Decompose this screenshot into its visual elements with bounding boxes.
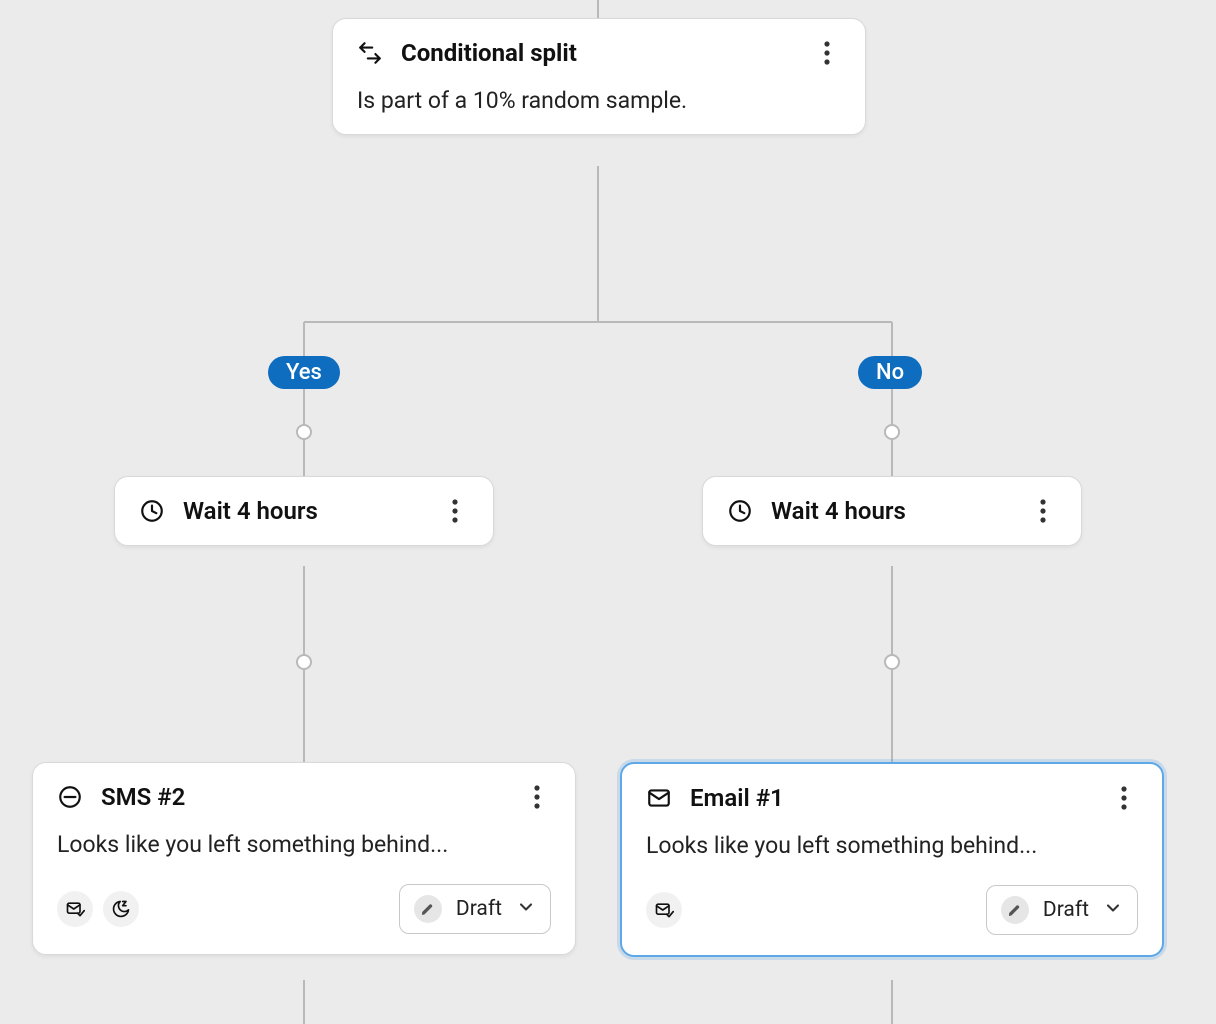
wait-node-yes[interactable]: Wait 4 hours [114, 476, 494, 546]
sms-title: SMS #2 [101, 783, 185, 811]
conditional-title: Conditional split [401, 39, 577, 67]
mail-icon [646, 785, 672, 811]
clock-icon [139, 498, 165, 524]
wait-no-title: Wait 4 hours [771, 497, 906, 525]
email-title: Email #1 [690, 784, 784, 812]
clock-icon [727, 498, 753, 524]
sms-status-label: Draft [456, 897, 502, 921]
flow-port[interactable] [296, 424, 312, 440]
flow-port[interactable] [296, 654, 312, 670]
conditional-menu-button[interactable] [813, 39, 841, 67]
chevron-down-icon [1103, 898, 1123, 922]
email-description: Looks like you left something behind... [646, 832, 1138, 859]
sms-description: Looks like you left something behind... [57, 831, 551, 858]
mail-check-icon [646, 892, 682, 928]
branch-yes-badge: Yes [268, 356, 340, 389]
wait-yes-title: Wait 4 hours [183, 497, 318, 525]
flow-port[interactable] [884, 424, 900, 440]
draft-status-icon [1001, 896, 1029, 924]
mail-check-icon [57, 891, 93, 927]
wait-node-no[interactable]: Wait 4 hours [702, 476, 1082, 546]
conditional-split-node[interactable]: Conditional split Is part of a 10% rando… [332, 18, 866, 135]
draft-status-icon [414, 895, 442, 923]
split-icon [357, 40, 383, 66]
sms-node[interactable]: SMS #2 Looks like you left something beh… [32, 762, 576, 955]
conditional-description: Is part of a 10% random sample. [357, 87, 841, 114]
email-menu-button[interactable] [1110, 784, 1138, 812]
sms-status-dropdown[interactable]: Draft [399, 884, 551, 934]
wait-yes-menu-button[interactable] [441, 497, 469, 525]
wait-no-menu-button[interactable] [1029, 497, 1057, 525]
email-status-dropdown[interactable]: Draft [986, 885, 1138, 935]
moon-snooze-icon [103, 891, 139, 927]
branch-no-badge: No [858, 356, 922, 389]
flow-port[interactable] [884, 654, 900, 670]
chevron-down-icon [516, 897, 536, 921]
sms-icon [57, 784, 83, 810]
email-node[interactable]: Email #1 Looks like you left something b… [620, 762, 1164, 957]
sms-menu-button[interactable] [523, 783, 551, 811]
email-status-label: Draft [1043, 898, 1089, 922]
